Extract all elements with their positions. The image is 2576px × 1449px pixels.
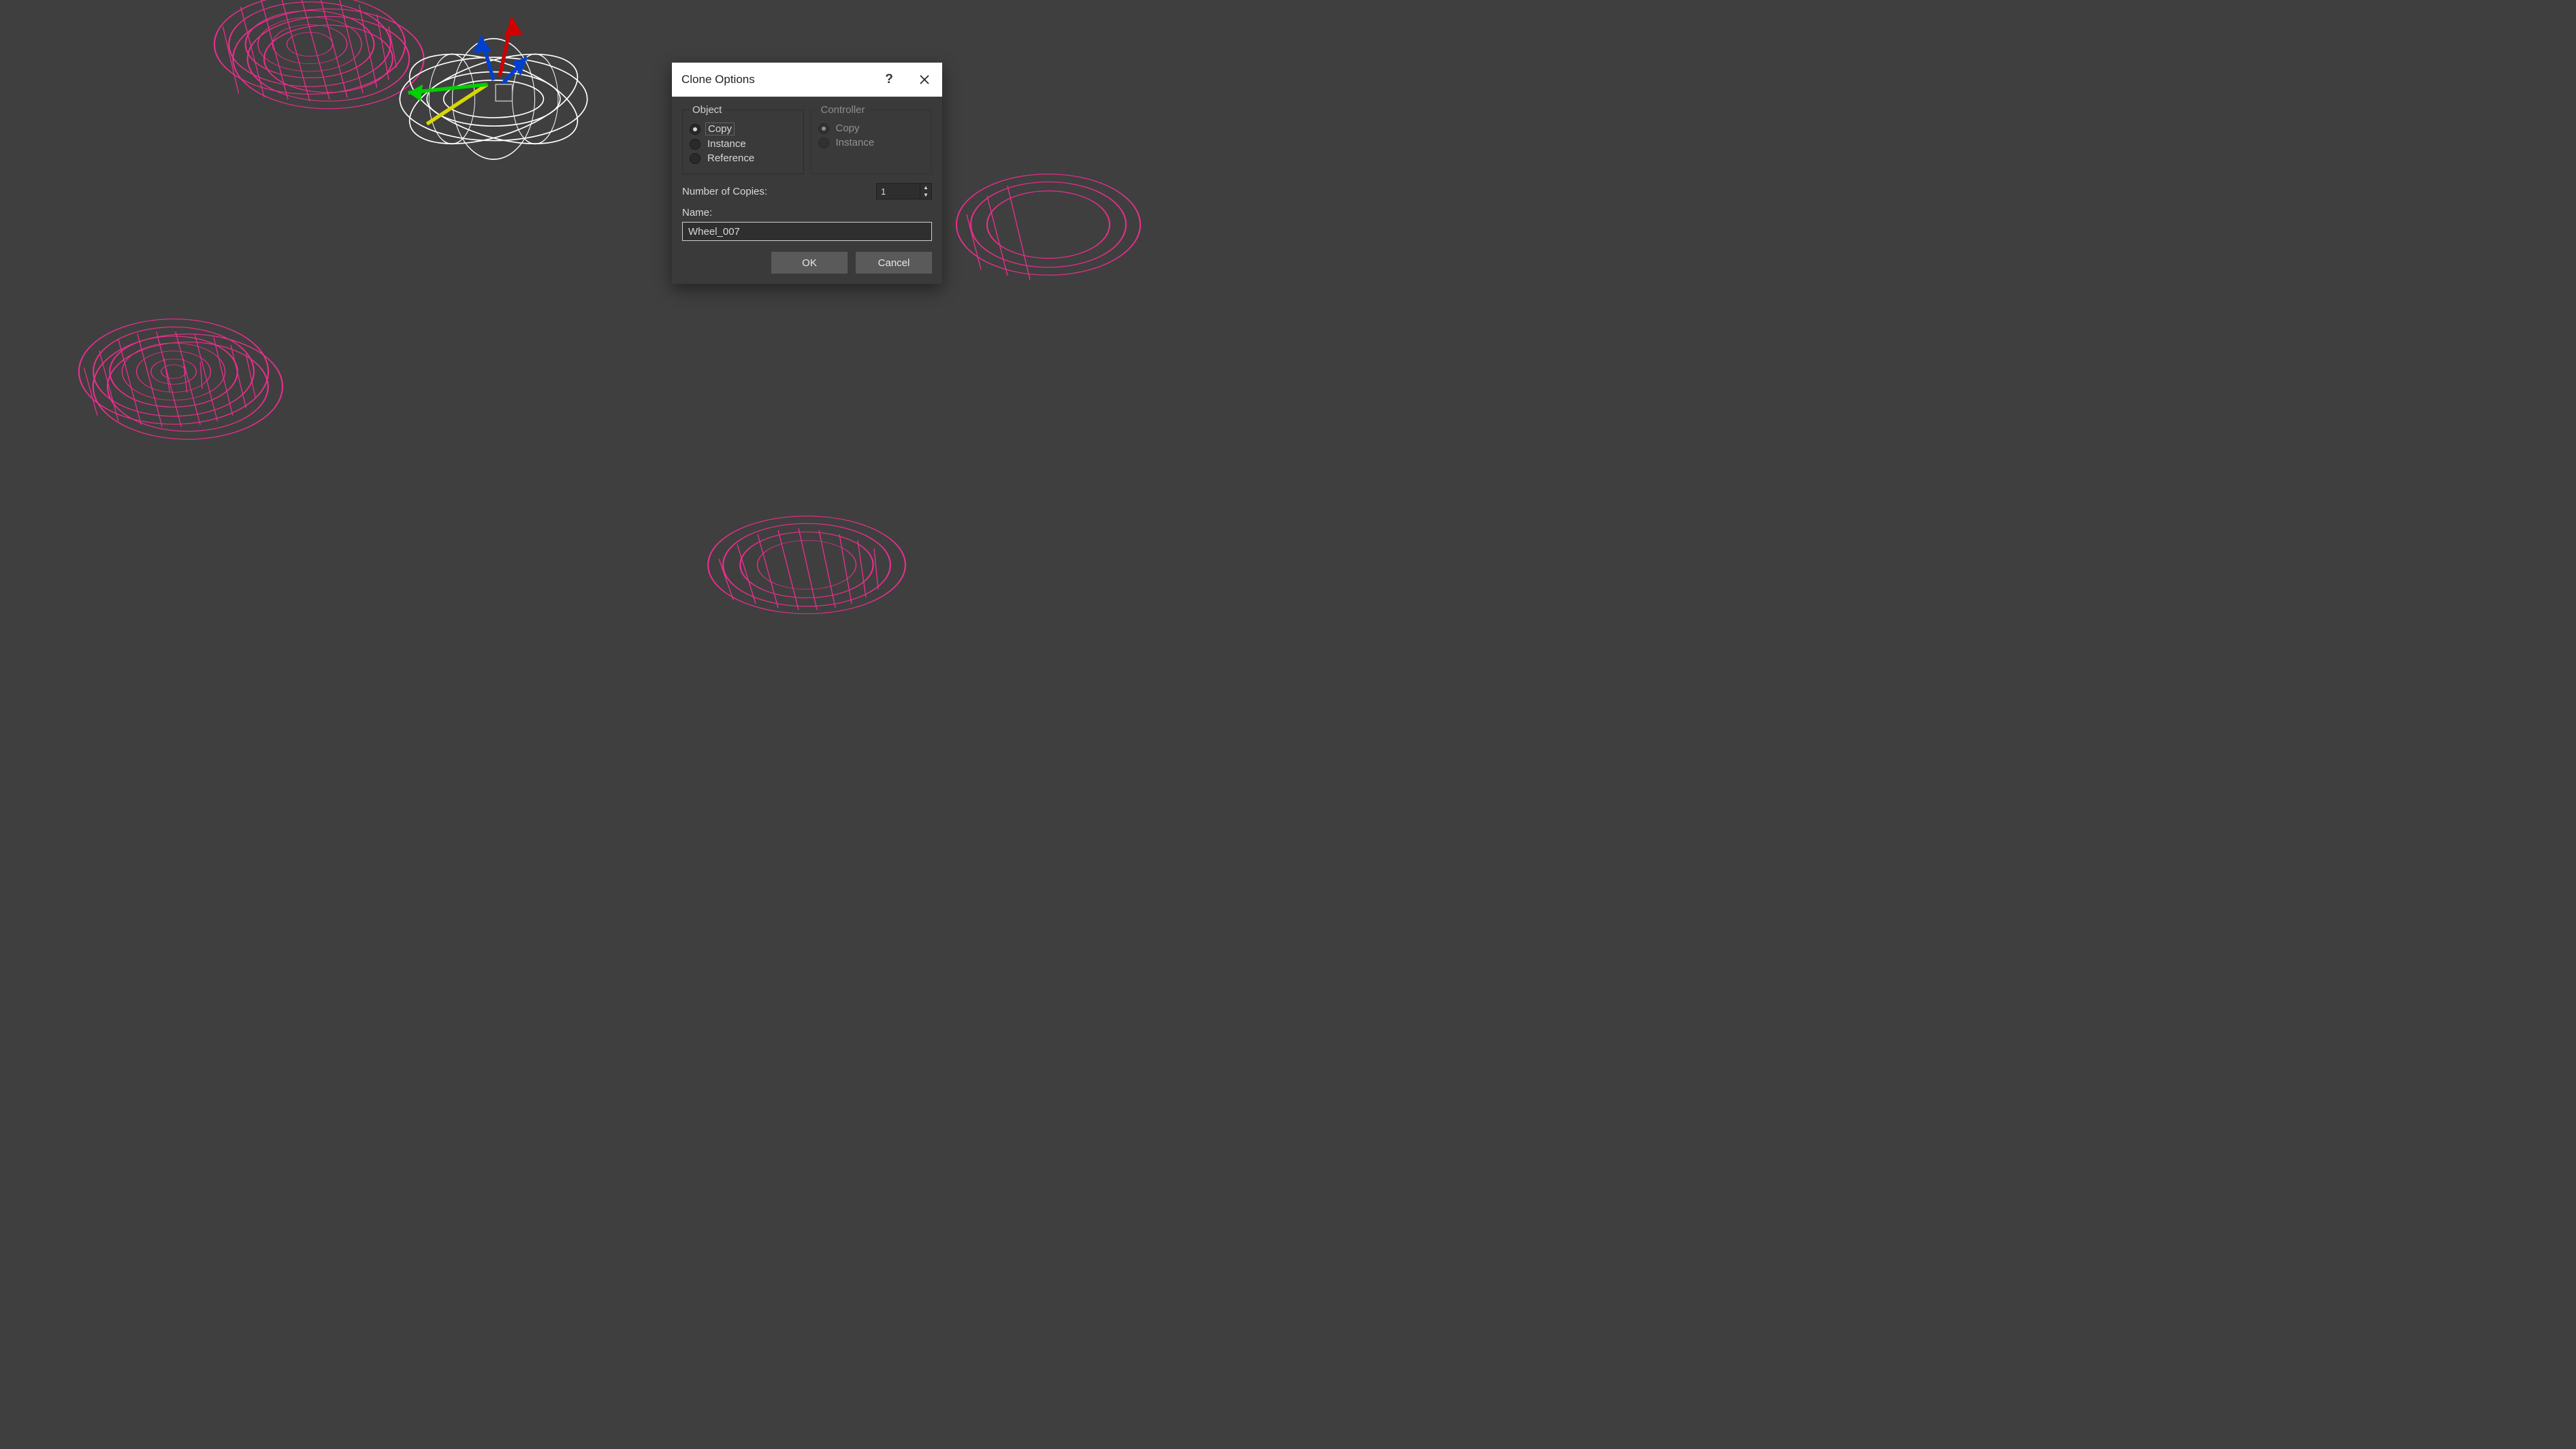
dialog-title: Clone Options [681,73,755,86]
wheel-object [211,0,408,143]
spinner-up[interactable]: ▲ [920,184,931,191]
copies-value: 1 [877,186,920,197]
radio-icon [690,139,701,150]
radio-icon [690,153,701,164]
radio-controller-copy: Copy [818,123,925,134]
help-button[interactable]: ? [871,63,907,97]
wheel-object [694,470,899,619]
name-input[interactable] [682,222,932,241]
close-button[interactable] [907,63,942,97]
transform-gizmo [408,18,527,124]
wheel-object [939,123,1076,327]
controller-group: Controller Copy Instance [811,104,933,174]
radio-icon [690,124,701,135]
dialog-titlebar[interactable]: Clone Options ? [672,63,942,97]
copies-spinner[interactable]: 1 ▲ ▼ [876,183,932,199]
radio-object-copy[interactable]: Copy [690,123,796,135]
close-icon [919,74,930,85]
wheel-object [68,286,279,476]
radio-icon [818,123,829,134]
controller-legend: Controller [818,104,868,116]
cancel-button[interactable]: Cancel [856,252,932,274]
object-group: Object Copy Instance Reference [682,104,804,174]
radio-object-reference[interactable]: Reference [690,152,796,164]
selected-object [388,14,599,191]
viewport-3d[interactable] [0,0,2576,1449]
clone-options-dialog: Clone Options ? Object Copy Instance [672,63,942,284]
radio-controller-instance: Instance [818,137,925,148]
name-label: Name: [682,207,932,218]
copies-label: Number of Copies: [682,186,767,197]
ok-button[interactable]: OK [771,252,848,274]
spinner-down[interactable]: ▼ [920,191,931,199]
object-legend: Object [690,104,724,116]
radio-object-instance[interactable]: Instance [690,138,796,150]
radio-icon [818,137,829,148]
